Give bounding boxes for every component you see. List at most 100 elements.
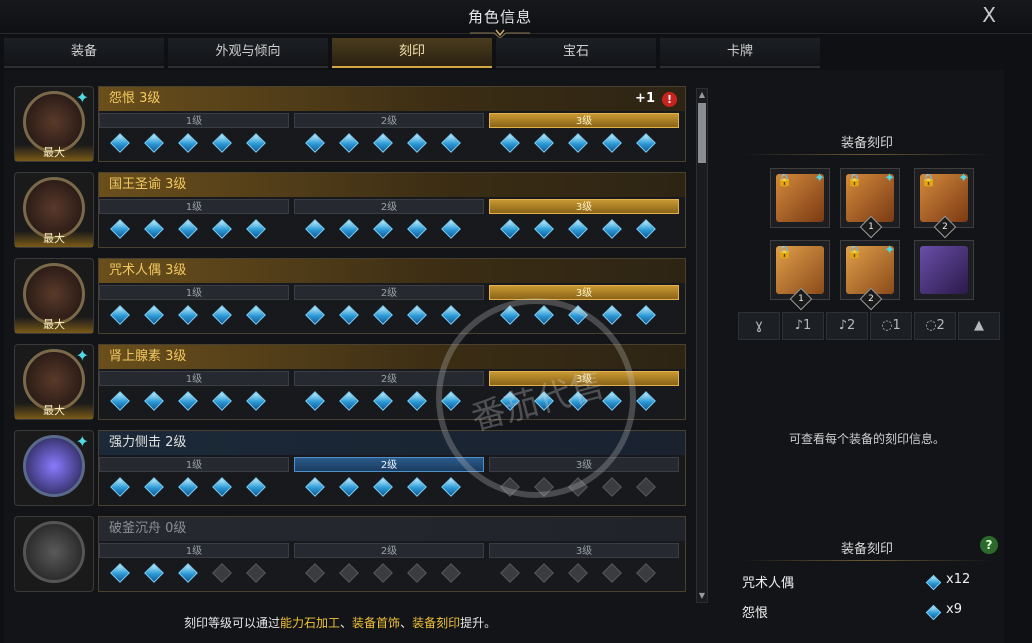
gem-row	[489, 214, 679, 244]
earring2-filter-icon[interactable]: ♪2	[826, 312, 868, 340]
tier-1: 1级	[99, 113, 289, 159]
max-label: 最大	[15, 145, 93, 161]
gem-empty-icon	[636, 563, 656, 583]
summary-row: 怨恨 x9	[742, 602, 982, 626]
gem-filled-icon	[500, 219, 520, 239]
window-title: 角色信息	[467, 8, 532, 26]
tier-1: 1级	[99, 543, 289, 589]
bonus-label: +1	[635, 91, 655, 106]
engraving-row[interactable]: 破釜沉舟 0级 1级 2级 3级	[14, 514, 686, 594]
hint-ability-stone: 能力石加工	[280, 616, 341, 630]
gem-filled-icon	[110, 477, 130, 497]
character-info-window: 角色信息 X 装备 外观与倾向 刻印 宝石 卡牌 ✦ 最大 怨恨 3级 +1! 1级 2级…	[0, 0, 1032, 643]
gem-filled-icon	[373, 477, 393, 497]
ring1-filter-icon[interactable]: ◌1	[870, 312, 912, 340]
engraving-name: 咒术人偶 3级	[99, 259, 685, 283]
ring-slot[interactable]: 🔒 1	[770, 240, 830, 311]
lock-icon: 🔒	[847, 245, 862, 259]
gem-empty-icon	[636, 477, 656, 497]
gem-filled-icon	[144, 305, 164, 325]
ring-slot[interactable]: 🔒 ✦ 2	[840, 240, 900, 311]
gem-filled-icon	[178, 305, 198, 325]
portrait-ring	[23, 521, 85, 583]
awakening-star-icon: ✦	[75, 88, 89, 107]
tab-appearance[interactable]: 外观与倾向	[168, 38, 328, 68]
gem-filled-icon	[373, 391, 393, 411]
tab-gems[interactable]: 宝石	[496, 38, 656, 68]
gem-filled-icon	[144, 391, 164, 411]
gem-filled-icon	[339, 477, 359, 497]
engraving-row[interactable]: ✦ 最大 怨恨 3级 +1! 1级 2级 3级	[14, 84, 686, 164]
gem-empty-icon	[568, 563, 588, 583]
tier-label: 3级	[489, 285, 679, 300]
engraving-name: 破釜沉舟 0级	[99, 517, 685, 541]
scroll-down-icon[interactable]: ▼	[697, 590, 707, 602]
scroll-up-icon[interactable]: ▲	[697, 89, 707, 101]
gem-filled-icon	[178, 133, 198, 153]
info-text: 可查看每个装备的刻印信息。	[788, 432, 945, 446]
earring-slot[interactable]: 🔒 ✦ 2	[914, 168, 974, 239]
close-button[interactable]: X	[982, 3, 996, 27]
lock-icon: 🔒	[847, 173, 862, 187]
gem-row	[294, 558, 484, 588]
list-scrollbar[interactable]: ▲ ▼	[696, 88, 708, 603]
tab-equipment[interactable]: 装备	[4, 38, 164, 68]
stone-slot[interactable]	[914, 240, 974, 300]
gem-filled-icon	[178, 391, 198, 411]
tier-label: 1级	[99, 113, 289, 128]
necklace-filter-icon[interactable]: ɣ	[738, 312, 780, 340]
engraving-bar: 破釜沉舟 0级 1级 2级 3级	[98, 516, 686, 592]
engraving-portrait-icon: ✦ 最大	[14, 344, 94, 420]
gem-empty-icon	[305, 563, 325, 583]
gem-filled-icon	[602, 305, 622, 325]
gem-row	[294, 300, 484, 330]
tier-label: 2级	[294, 543, 484, 558]
gem-empty-icon	[246, 563, 266, 583]
slot-number: 1	[868, 222, 874, 232]
tab-cards[interactable]: 卡牌	[660, 38, 820, 68]
gem-row	[99, 214, 289, 244]
alert-icon[interactable]: !	[662, 92, 677, 107]
gem-filled-icon	[212, 219, 232, 239]
earring-slot[interactable]: 🔒 ✦ 1	[840, 168, 900, 239]
engraving-portrait-icon: 最大	[14, 258, 94, 334]
gem-empty-icon	[534, 563, 554, 583]
gem-row	[99, 386, 289, 416]
gem-filled-icon	[568, 219, 588, 239]
scroll-thumb[interactable]	[698, 103, 706, 163]
gem-filled-icon	[212, 305, 232, 325]
gem-empty-icon	[602, 477, 622, 497]
gem-filled-icon	[212, 477, 232, 497]
gem-icon	[925, 574, 942, 591]
gem-filled-icon	[110, 219, 130, 239]
gem-row	[99, 300, 289, 330]
gem-filled-icon	[568, 133, 588, 153]
tab-engraving[interactable]: 刻印	[332, 38, 492, 68]
ring2-filter-icon[interactable]: ◌2	[914, 312, 956, 340]
engraving-portrait-icon: 最大	[14, 172, 94, 248]
gem-filled-icon	[636, 219, 656, 239]
tier-label: 3级	[489, 113, 679, 128]
engraving-row[interactable]: 最大 国王圣谕 3级 1级 2级 3级	[14, 170, 686, 250]
gem-filled-icon	[500, 133, 520, 153]
gem-filled-icon	[305, 305, 325, 325]
gem-filled-icon	[178, 219, 198, 239]
main-panel: ✦ 最大 怨恨 3级 +1! 1级 2级 3级 最大 国王圣谕 3级 1级 2级 3级 最大 咒术人偶 3…	[4, 70, 1004, 643]
engraving-bar: 国王圣谕 3级 1级 2级 3级	[98, 172, 686, 248]
stone-icon	[920, 246, 968, 294]
hint-sep-2: 、	[400, 616, 413, 630]
necklace-slot[interactable]: 🔒 ✦	[770, 168, 830, 228]
earring1-filter-icon[interactable]: ♪1	[782, 312, 824, 340]
tier-label: 1级	[99, 199, 289, 214]
gem-empty-icon	[407, 563, 427, 583]
help-button[interactable]: ?	[980, 536, 998, 554]
stone-filter-icon[interactable]: ▲	[958, 312, 1000, 340]
gem-row	[99, 128, 289, 158]
gem-filled-icon	[373, 219, 393, 239]
gem-filled-icon	[305, 133, 325, 153]
tier-2: 2级	[294, 285, 484, 331]
gem-filled-icon	[246, 477, 266, 497]
tier-label: 3级	[489, 199, 679, 214]
gem-filled-icon	[636, 133, 656, 153]
gem-row	[99, 558, 289, 588]
